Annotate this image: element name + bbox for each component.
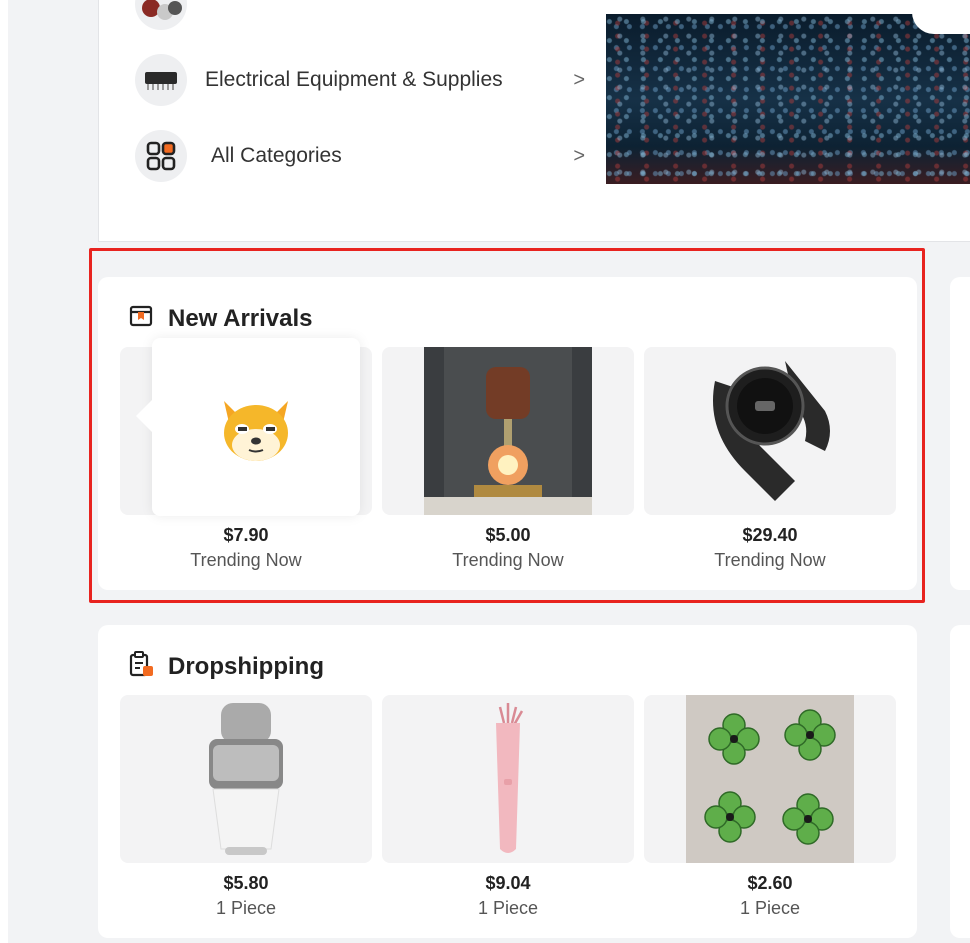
category-electrical-equipment[interactable]: Electrical Equipment & Supplies >: [135, 52, 585, 108]
product-subtitle: Trending Now: [714, 550, 826, 570]
product-image: [382, 695, 634, 863]
section-header[interactable]: New Arrivals: [128, 303, 313, 334]
product-image: [382, 347, 634, 515]
banner-button-partial[interactable]: [912, 0, 970, 34]
section-title: Dropshipping: [168, 652, 324, 680]
promo-banner[interactable]: [606, 14, 970, 184]
section-title: New Arrivals: [168, 304, 313, 332]
product-tile[interactable]: $9.04 1 Piece: [382, 695, 634, 919]
side-card-partial: [950, 625, 970, 938]
product-subtitle: 1 Piece: [477, 898, 539, 918]
grid-icon: [135, 130, 187, 182]
category-all[interactable]: All Categories >: [135, 128, 585, 184]
product-subtitle: 1 Piece: [215, 898, 277, 918]
chip-icon: [135, 54, 187, 106]
product-price: $2.60: [747, 873, 793, 893]
product-tile[interactable]: $5.00 Trending Now: [382, 347, 634, 571]
product-tile[interactable]: $2.60 1 Piece: [644, 695, 896, 919]
dropshipping-card: Dropshipping $5.80 1 Piece $9.04 1 Piece…: [98, 625, 917, 938]
product-price: $9.04: [485, 873, 531, 893]
product-image: [644, 695, 896, 863]
category-thumb-partial[interactable]: [135, 0, 187, 30]
section-header[interactable]: Dropshipping: [128, 651, 324, 682]
product-tile[interactable]: $29.40 Trending Now: [644, 347, 896, 571]
category-label: All Categories: [211, 144, 342, 167]
side-card-partial: [950, 277, 970, 590]
doge-emoji-icon: [224, 401, 288, 461]
product-price: $5.80: [223, 873, 269, 893]
left-rail: [0, 0, 8, 943]
product-price: $7.90: [223, 525, 269, 545]
product-price: $5.00: [485, 525, 531, 545]
product-subtitle: Trending Now: [190, 550, 302, 570]
clipboard-icon: [128, 651, 154, 682]
chevron-right-icon: >: [573, 68, 585, 91]
product-price: $29.40: [742, 525, 798, 545]
product-image: [644, 347, 896, 515]
product-subtitle: 1 Piece: [739, 898, 801, 918]
product-image: [120, 695, 372, 863]
category-label: Electrical Equipment & Supplies: [205, 68, 503, 91]
box-icon: [128, 303, 154, 334]
chevron-right-icon: >: [573, 144, 585, 167]
product-subtitle: Trending Now: [452, 550, 564, 570]
product-tile[interactable]: $5.80 1 Piece: [120, 695, 372, 919]
category-panel: Electrical Equipment & Supplies > All Ca…: [98, 0, 970, 242]
emoji-popup: [136, 338, 360, 516]
